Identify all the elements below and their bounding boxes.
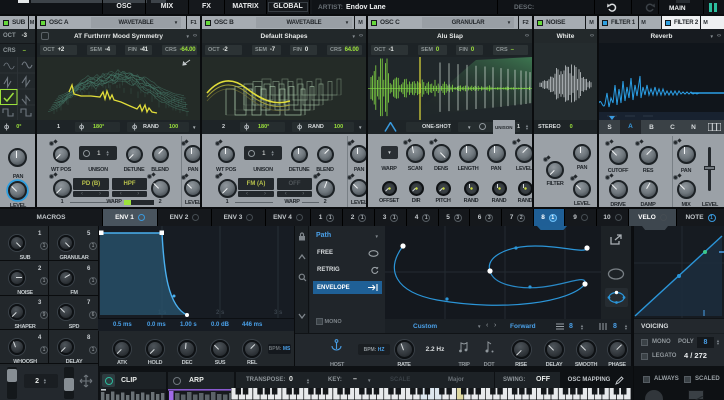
svg-text:3 s: 3 s	[274, 310, 283, 316]
svg-text:2 s: 2 s	[216, 310, 225, 316]
